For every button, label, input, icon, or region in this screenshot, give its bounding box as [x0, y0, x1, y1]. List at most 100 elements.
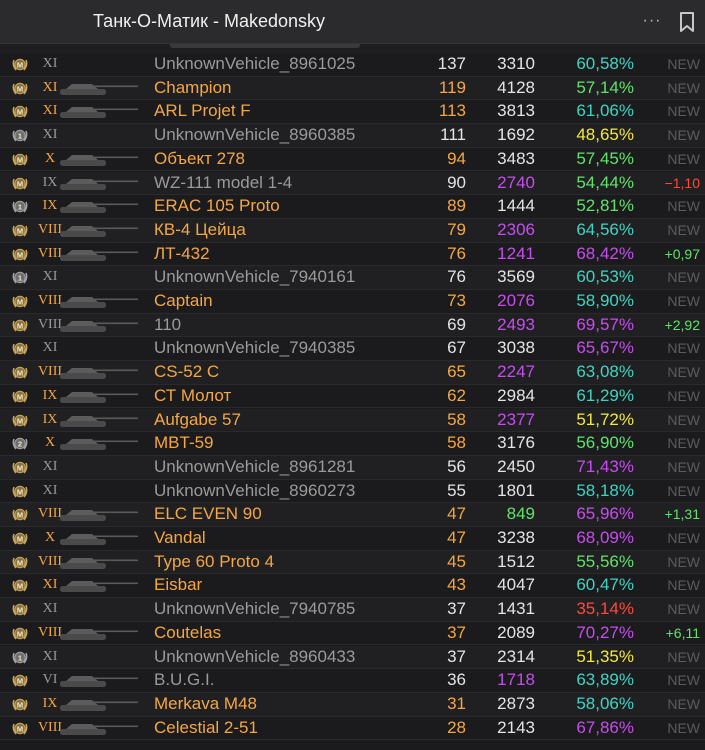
table-row[interactable]: M IX Merkava M48 31 2873 58,06% NEW	[0, 692, 705, 717]
table-row[interactable]: M XI ARL Projet F 113 3813 61,06% NEW	[0, 100, 705, 125]
table-row[interactable]: 2 X MBT-59 58 3176 56,90% NEW	[0, 432, 705, 456]
mastery-badge-icon: M	[12, 224, 28, 237]
win-rate-delta: NEW	[667, 103, 700, 120]
win-rate-delta: NEW	[667, 601, 700, 618]
svg-text:M: M	[17, 297, 23, 306]
win-rate: 70,27%	[576, 622, 634, 642]
table-row[interactable]: M XI UnknownVehicle_8961281 56 2450 71,43% NEW	[0, 455, 705, 480]
table-row[interactable]: M VIII 110 69 2493 69,57% +2,92	[0, 313, 705, 338]
vehicle-name: ELC EVEN 90	[154, 504, 262, 524]
battles-count: 62	[447, 385, 466, 405]
win-rate-delta: NEW	[667, 435, 700, 452]
vehicle-name: Vandal	[154, 528, 206, 547]
battles-count: 79	[447, 219, 466, 239]
win-rate-delta: NEW	[667, 221, 700, 238]
vehicle-name: CS-52 C	[154, 362, 220, 382]
table-row[interactable]: 1 XI UnknownVehicle_8960433 37 2314 51,35% NEW	[0, 645, 705, 670]
table-row[interactable]: 1 IX ERAC 105 Proto 89 1444 52,81% NEW	[0, 195, 705, 219]
table-row[interactable]: M XI UnknownVehicle_8961025 137 3310 60,58% NE…	[0, 53, 705, 77]
svg-text:M: M	[17, 629, 23, 638]
svg-text:1: 1	[18, 653, 22, 662]
table-row[interactable]: M IX Aufgabe 57 58 2377 51,72% NEW	[0, 408, 705, 433]
table-row[interactable]: M VIII Type 60 Proto 4 45 1512 55,56% NEW	[0, 550, 705, 575]
bookmark-icon[interactable]	[677, 11, 697, 33]
table-row[interactable]: M IX WZ-111 model 1-4 90 2740 54,44% −1,10	[0, 171, 705, 196]
win-rate-delta: NEW	[667, 530, 700, 546]
vehicle-name: Coutelas	[154, 622, 222, 642]
table-row[interactable]: M VIII Captain 73 2076 58,90% NEW	[0, 290, 705, 314]
svg-text:M: M	[17, 226, 23, 235]
tank-thumbnail-icon	[60, 699, 138, 711]
vehicle-name: UnknownVehicle_7940785	[154, 599, 356, 619]
vehicle-name: UnknownVehicle_8961025	[154, 54, 356, 73]
win-rate-delta: NEW	[667, 79, 700, 96]
vehicle-name: Type 60 Proto 4	[154, 551, 275, 571]
damage-value: 1241	[497, 243, 535, 263]
win-rate-delta: NEW	[667, 293, 700, 309]
damage-value: 1801	[497, 480, 535, 500]
battles-count: 73	[447, 291, 466, 310]
table-row[interactable]: M IX СТ Молот 62 2984 61,29% NEW	[0, 385, 705, 409]
vehicle-name: MBT-59	[154, 433, 214, 453]
win-rate: 52,81%	[576, 196, 634, 216]
tank-thumbnail-icon	[60, 510, 138, 522]
svg-text:1: 1	[18, 202, 22, 211]
table-row[interactable]: M XI UnknownVehicle_7940385 67 3038 65,67% NEW	[0, 337, 705, 362]
damage-value: 1431	[497, 599, 535, 619]
damage-value: 2089	[497, 622, 535, 642]
vehicle-name: UnknownVehicle_8961281	[154, 456, 356, 476]
win-rate-delta: NEW	[667, 269, 700, 286]
mastery-badge-icon: M	[12, 461, 28, 474]
win-rate: 51,72%	[576, 409, 634, 429]
battles-count: 65	[447, 362, 466, 382]
more-options-icon[interactable]: ···	[640, 12, 664, 30]
battles-count: 56	[447, 456, 466, 476]
svg-text:M: M	[17, 250, 23, 259]
table-row[interactable]: M XI UnknownVehicle_8960273 55 1801 58,18% NEW	[0, 480, 705, 504]
damage-value: 2306	[497, 219, 535, 239]
tank-thumbnail-icon	[60, 154, 138, 166]
tank-thumbnail-icon	[60, 391, 138, 403]
table-row[interactable]: M VIII CS-52 C 65 2247 63,08% NEW	[0, 361, 705, 385]
table-row[interactable]: M VIII Coutelas 37 2089 70,27% +6,11	[0, 622, 705, 646]
table-row[interactable]: M VIII КВ-4 Цейца 79 2306 64,56% NEW	[0, 218, 705, 243]
mastery-badge-icon: 1	[12, 272, 28, 284]
table-row[interactable]: M XI UnknownVehicle_7940785 37 1431 35,14% NEW	[0, 598, 705, 622]
mastery-badge-icon: 1	[12, 200, 28, 213]
table-row[interactable]: M VIII ELC EVEN 90 47 849 65,96% +1,31	[0, 503, 705, 527]
table-row[interactable]: 1 XI UnknownVehicle_8960385 111 1692 48,65% NE…	[0, 124, 705, 148]
table-row[interactable]: 1 XI UnknownVehicle_7940161 76 3569 60,53% NEW	[0, 266, 705, 290]
win-rate-delta: NEW	[667, 672, 700, 689]
win-rate-delta: NEW	[667, 648, 700, 665]
battles-count: 67	[447, 338, 466, 358]
svg-text:M: M	[17, 558, 23, 567]
win-rate: 58,18%	[576, 480, 634, 500]
table-row[interactable]: M VI B.U.G.I. 36 1718 63,89% NEW	[0, 669, 705, 693]
tank-thumbnail-icon	[60, 415, 138, 427]
mastery-badge-icon: 1	[12, 129, 28, 142]
battles-count: 37	[447, 599, 466, 619]
damage-value: 2873	[497, 693, 535, 713]
win-rate-delta: NEW	[667, 387, 700, 404]
damage-value: 2314	[497, 646, 535, 666]
table-row[interactable]: M XI Champion 119 4128 57,14% NEW	[0, 76, 705, 101]
battles-count: 69	[447, 314, 466, 334]
mastery-badge-icon: M	[12, 532, 28, 545]
mastery-badge-icon: M	[12, 106, 28, 118]
table-row[interactable]: M VIII Celestial 2-51 28 2143 67,86% NEW	[0, 717, 705, 741]
table-row[interactable]: M X Vandal 47 3238 68,09% NEW	[0, 527, 705, 551]
table-row[interactable]: M VIII ЛТ-432 76 1241 68,42% +0,97	[0, 243, 705, 267]
damage-value: 4047	[497, 575, 535, 595]
svg-text:M: M	[17, 487, 23, 496]
win-rate-delta: NEW	[667, 127, 700, 144]
table-row[interactable]: M XI Eisbar 43 4047 60,47% NEW	[0, 574, 705, 599]
tank-thumbnail-icon	[60, 439, 138, 451]
win-rate-delta: NEW	[667, 340, 700, 357]
win-rate: 58,90%	[576, 291, 634, 310]
win-rate-delta: NEW	[667, 482, 700, 499]
damage-value: 3310	[497, 54, 535, 73]
svg-text:M: M	[17, 724, 23, 733]
table-row[interactable]: M X Объект 278 94 3483 57,45% NEW	[0, 148, 705, 172]
win-rate-delta: NEW	[667, 695, 700, 712]
win-rate: 56,90%	[576, 433, 634, 453]
